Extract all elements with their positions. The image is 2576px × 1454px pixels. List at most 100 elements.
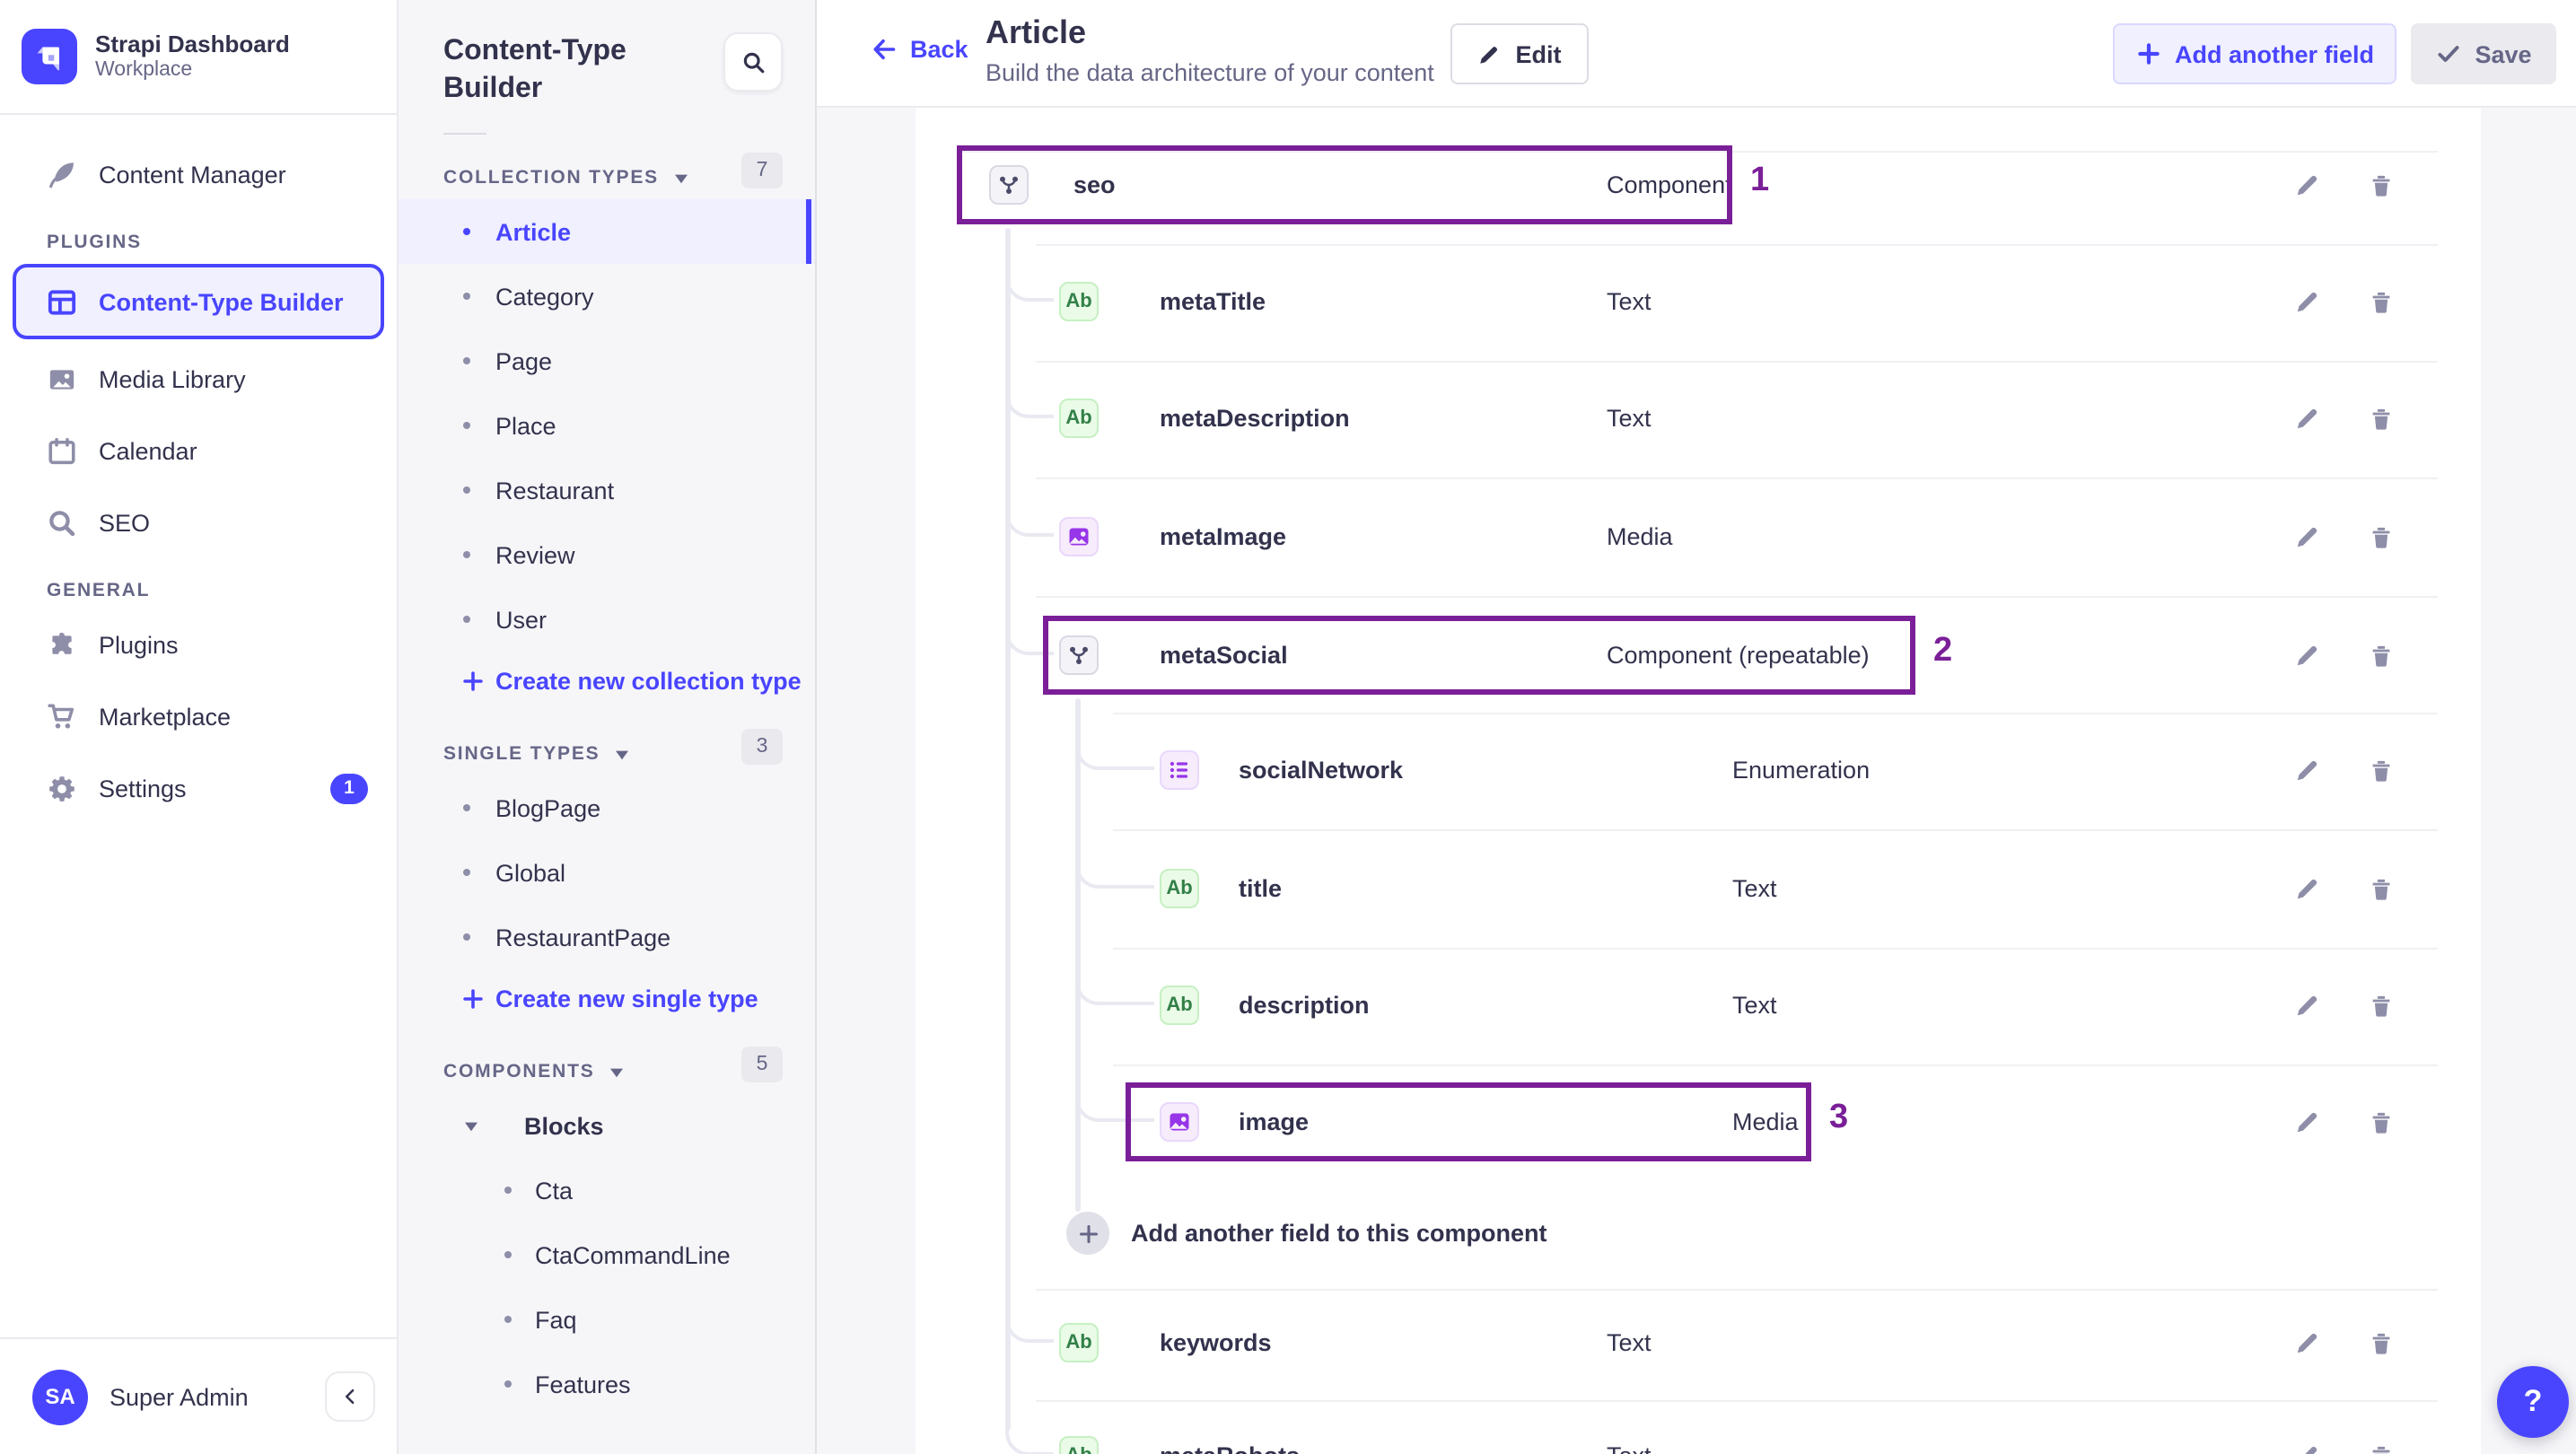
subnav-section-header[interactable]: SINGLE TYPES 3 xyxy=(399,729,815,775)
subnav-section-header[interactable]: COMPONENTS 5 xyxy=(399,1047,815,1093)
sidebar-item-calendar[interactable]: Calendar xyxy=(0,415,397,486)
sidebar-collapse-button[interactable] xyxy=(325,1371,375,1422)
bullet-icon xyxy=(463,869,470,876)
delete-field-button[interactable] xyxy=(2368,757,2395,784)
bullet-icon xyxy=(463,357,470,364)
edit-field-button[interactable] xyxy=(2294,992,2321,1019)
sidebar-item-media-library[interactable]: Media Library xyxy=(0,343,397,415)
content-type-builder-icon xyxy=(47,286,77,317)
section-label: SINGLE TYPES xyxy=(443,743,600,765)
edit-field-button[interactable] xyxy=(2294,1329,2321,1356)
bullet-icon xyxy=(463,933,470,941)
field-name: metaTitle xyxy=(1160,288,1266,315)
sidebar-item-marketplace[interactable]: Marketplace xyxy=(0,680,397,752)
delete-field-button[interactable] xyxy=(2368,405,2395,432)
edit-field-button[interactable] xyxy=(2294,1442,2321,1454)
delete-field-button[interactable] xyxy=(2368,523,2395,550)
caret-down-icon xyxy=(463,1119,479,1132)
subnav-action-label: Create new collection type xyxy=(495,668,802,695)
subnav-item-label: Place xyxy=(495,412,556,439)
add-field-to-component-row[interactable]: Add another field to this component xyxy=(916,1175,2481,1292)
delete-field-button[interactable] xyxy=(2368,1442,2395,1454)
subnav-item-place[interactable]: Place xyxy=(399,393,815,458)
workspace-title: Strapi Dashboard xyxy=(95,31,290,57)
delete-field-button[interactable] xyxy=(2368,288,2395,315)
main-nav: Content Manager PLUGINS Content-Type Build… xyxy=(0,115,397,824)
avatar[interactable]: SA xyxy=(32,1369,88,1424)
save-button[interactable]: Save xyxy=(2411,23,2556,84)
subnav-action-label: Create new single type xyxy=(495,985,758,1012)
subnav-item-review[interactable]: Review xyxy=(399,522,815,587)
subnav-item-global[interactable]: Global xyxy=(399,840,815,905)
subnav-item-label: Article xyxy=(495,218,572,245)
sidebar-item-seo[interactable]: SEO xyxy=(0,486,397,558)
subnav-item-user[interactable]: User xyxy=(399,587,815,652)
bullet-icon xyxy=(463,293,470,300)
subnav-group-blocks[interactable]: Blocks xyxy=(399,1093,815,1158)
field-row-metaRobots: Ab metaRobots Text xyxy=(916,1397,2481,1454)
sidebar-item-label: Content Manager xyxy=(99,161,286,188)
add-field-label: Add another field xyxy=(2175,40,2374,67)
delete-field-button[interactable] xyxy=(2368,992,2395,1019)
subnav-action-create-new-single-type[interactable]: Create new single type xyxy=(399,969,815,1029)
text-field-icon: Ab xyxy=(1166,994,1193,1016)
section-count-badge: 7 xyxy=(741,153,783,188)
subnav-item-restaurant[interactable]: Restaurant xyxy=(399,458,815,522)
add-another-field-button[interactable]: Add another field xyxy=(2113,23,2396,84)
bullet-icon xyxy=(463,551,470,558)
sidebar-item-plugins[interactable]: Plugins xyxy=(0,609,397,680)
edit-field-button[interactable] xyxy=(2294,523,2321,550)
delete-field-button[interactable] xyxy=(2368,1329,2395,1356)
search-button[interactable] xyxy=(723,32,783,92)
edit-field-button[interactable] xyxy=(2294,1108,2321,1135)
subnav-group-label: Blocks xyxy=(524,1112,604,1139)
component-field-icon xyxy=(1066,643,1091,668)
edit-button[interactable]: Edit xyxy=(1450,23,1589,84)
settings-icon xyxy=(47,773,77,803)
back-link[interactable]: Back xyxy=(871,36,968,63)
edit-field-button[interactable] xyxy=(2294,642,2321,669)
field-row-metaDescription: Ab metaDescription Text xyxy=(916,360,2481,477)
marketplace-icon xyxy=(47,701,77,731)
delete-field-button[interactable] xyxy=(2368,171,2395,198)
field-type: Media xyxy=(1607,523,1673,550)
bullet-icon xyxy=(504,1380,512,1388)
workspace-header[interactable]: Strapi Dashboard Workplace xyxy=(0,0,397,115)
plus-circle-icon[interactable] xyxy=(1066,1212,1109,1255)
subnav-item-features[interactable]: Features xyxy=(399,1352,815,1416)
subnav-item-cta[interactable]: Cta xyxy=(399,1158,815,1222)
subnav-item-category[interactable]: Category xyxy=(399,264,815,328)
edit-field-button[interactable] xyxy=(2294,405,2321,432)
calendar-icon xyxy=(47,435,77,466)
subnav-item-restaurantpage[interactable]: RestaurantPage xyxy=(399,905,815,969)
sidebar-item-content-manager[interactable]: Content Manager xyxy=(0,138,397,210)
delete-field-button[interactable] xyxy=(2368,875,2395,902)
annotation-number-3: 3 xyxy=(1829,1099,1849,1136)
workspace-subtitle: Workplace xyxy=(95,59,193,81)
bullet-icon xyxy=(504,1187,512,1194)
sidebar-item-content-type-builder[interactable]: Content-Type Builder xyxy=(13,264,384,339)
sidebar-item-settings[interactable]: Settings 1 xyxy=(0,752,397,824)
help-button[interactable]: ? xyxy=(2497,1366,2569,1438)
media-library-icon xyxy=(47,364,77,394)
delete-field-button[interactable] xyxy=(2368,1108,2395,1135)
field-type: Media xyxy=(1732,1108,1799,1135)
component-field-icon xyxy=(996,172,1021,197)
field-name: description xyxy=(1239,992,1370,1019)
edit-field-button[interactable] xyxy=(2294,875,2321,902)
edit-field-button[interactable] xyxy=(2294,757,2321,784)
subnav-item-ctacommandline[interactable]: CtaCommandLine xyxy=(399,1222,815,1287)
field-name: metaImage xyxy=(1160,523,1287,550)
section-label: COLLECTION TYPES xyxy=(443,167,659,188)
subnav-action-create-new-collection-type[interactable]: Create new collection type xyxy=(399,652,815,711)
field-type-icon xyxy=(989,165,1029,205)
edit-field-button[interactable] xyxy=(2294,288,2321,315)
field-name: socialNetwork xyxy=(1239,757,1404,784)
subnav-section-header[interactable]: COLLECTION TYPES 7 xyxy=(399,153,815,199)
subnav-item-blogpage[interactable]: BlogPage xyxy=(399,775,815,840)
delete-field-button[interactable] xyxy=(2368,642,2395,669)
subnav-item-faq[interactable]: Faq xyxy=(399,1287,815,1352)
subnav-item-page[interactable]: Page xyxy=(399,328,815,393)
subnav-item-article[interactable]: Article xyxy=(399,199,815,264)
edit-field-button[interactable] xyxy=(2294,171,2321,198)
